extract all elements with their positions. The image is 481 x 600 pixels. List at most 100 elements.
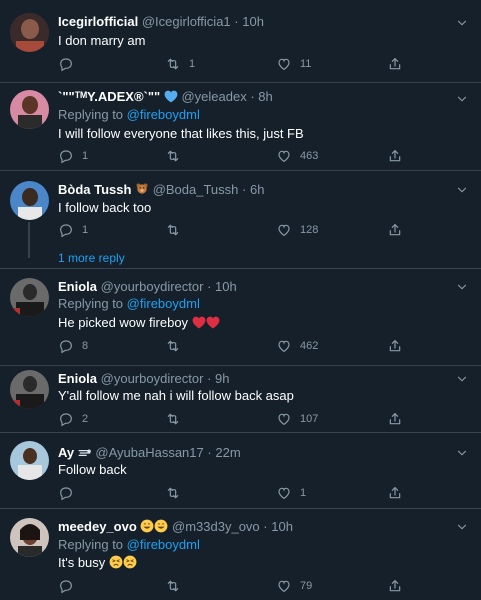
retweet-button[interactable]: 1 <box>165 55 195 73</box>
retweet-button[interactable] <box>165 337 181 355</box>
caret-down-icon[interactable] <box>455 16 469 30</box>
display-name[interactable]: `""ᵀᴹY.ADEX®`"" <box>58 89 160 104</box>
timestamp[interactable]: 10h <box>215 279 237 294</box>
like-count: 79 <box>300 580 313 592</box>
user-handle[interactable]: @yourboydirector <box>101 279 204 294</box>
avatar[interactable] <box>10 90 49 129</box>
caret-down-icon[interactable] <box>455 280 469 294</box>
tweet[interactable]: Eniola @yourboydirector · 9h Y'all follo… <box>0 366 481 436</box>
reply-button[interactable] <box>58 55 74 73</box>
user-handle[interactable]: @yeleadex <box>181 89 246 104</box>
like-count: 128 <box>300 224 319 236</box>
avatar[interactable] <box>10 518 49 557</box>
display-name[interactable]: Ay <box>58 445 74 460</box>
reply-button[interactable] <box>58 577 74 595</box>
mention-link[interactable]: @fireboydml <box>127 107 200 122</box>
user-handle[interactable]: @m33d3y_ovo <box>172 519 260 534</box>
timestamp[interactable]: 10h <box>242 14 264 29</box>
like-icon <box>276 485 292 501</box>
user-handle[interactable]: @Boda_Tussh <box>153 182 239 197</box>
dot-separator: · <box>250 89 255 104</box>
reply-icon <box>58 222 74 238</box>
tweet-text: I don marry am <box>58 33 146 48</box>
caret-down-icon[interactable] <box>455 372 469 386</box>
mention-link[interactable]: @fireboydml <box>127 296 200 311</box>
share-button[interactable] <box>387 55 403 73</box>
tweet-actions: 79 <box>58 577 418 595</box>
mention-link[interactable]: @fireboydml <box>127 537 200 552</box>
timestamp[interactable]: 10h <box>271 519 293 534</box>
share-icon <box>387 578 403 594</box>
timestamp[interactable]: 22m <box>215 445 240 460</box>
reply-button[interactable] <box>58 484 74 502</box>
tweet[interactable]: Bòda Tussh @Boda_Tussh · 6h I follow bac… <box>0 171 481 268</box>
share-button[interactable] <box>387 410 403 428</box>
like-button[interactable]: 79 <box>276 577 312 595</box>
avatar[interactable] <box>10 181 49 220</box>
timestamp[interactable]: 9h <box>215 371 229 386</box>
user-handle[interactable]: @Icegirlofficia1 <box>142 14 231 29</box>
display-name[interactable]: Eniola <box>58 371 97 386</box>
tweet[interactable]: `""ᵀᴹY.ADEX®`"" @yeleadex · 8h Replying … <box>0 83 481 170</box>
avatar[interactable] <box>10 278 49 317</box>
caret-down-icon[interactable] <box>455 520 469 534</box>
reply-icon <box>58 56 74 72</box>
tweet-actions: 2 107 <box>58 410 418 428</box>
timestamp[interactable]: 8h <box>258 89 272 104</box>
like-icon <box>276 56 292 72</box>
retweet-button[interactable] <box>165 410 181 428</box>
tweet-header: Ay @AyubaHassan17 · 22m <box>58 445 241 461</box>
user-handle[interactable]: @yourboydirector <box>101 371 204 386</box>
smile-emoji <box>154 519 168 533</box>
retweet-button[interactable] <box>165 484 181 502</box>
display-name[interactable]: Icegirlofficial <box>58 14 138 29</box>
display-name[interactable]: Bòda Tussh <box>58 182 131 197</box>
share-button[interactable] <box>387 147 403 165</box>
timestamp[interactable]: 6h <box>250 182 264 197</box>
like-button[interactable]: 1 <box>276 484 306 502</box>
like-button[interactable]: 107 <box>276 410 318 428</box>
retweet-icon <box>165 222 181 238</box>
reply-icon <box>58 148 74 164</box>
dot-separator: · <box>207 445 212 460</box>
retweet-icon <box>165 578 181 594</box>
retweet-button[interactable] <box>165 577 181 595</box>
share-button[interactable] <box>387 337 403 355</box>
caret-down-icon[interactable] <box>455 446 469 460</box>
tweet[interactable]: meedey_ovo @m33d3y_ovo · 10h Replying to… <box>0 509 481 600</box>
more-replies-link[interactable]: 1 more reply <box>58 251 125 265</box>
tweet[interactable]: Ay @AyubaHassan17 · 22m Follow back 1 <box>0 433 481 508</box>
reply-button[interactable]: 1 <box>58 221 88 239</box>
tweet-text: Follow back <box>58 462 127 477</box>
display-name[interactable]: Eniola <box>58 279 97 294</box>
avatar[interactable] <box>10 13 49 52</box>
smile-emoji <box>140 519 154 533</box>
reply-button[interactable]: 8 <box>58 337 88 355</box>
retweet-button[interactable] <box>165 221 181 239</box>
like-button[interactable]: 128 <box>276 221 318 239</box>
avatar[interactable] <box>10 441 49 480</box>
share-button[interactable] <box>387 221 403 239</box>
tweet[interactable]: Eniola @yourboydirector · 10h Replying t… <box>0 269 481 365</box>
like-button[interactable]: 463 <box>276 147 318 165</box>
tweet-text: It's busy <box>58 555 137 571</box>
dot-separator: · <box>242 182 247 197</box>
caret-down-icon[interactable] <box>455 92 469 106</box>
avatar[interactable] <box>10 370 49 409</box>
like-button[interactable]: 11 <box>276 55 311 73</box>
share-button[interactable] <box>387 484 403 502</box>
share-icon <box>387 338 403 354</box>
tweet[interactable]: Icegirlofficial @Icegirlofficia1 · 10h I… <box>0 0 481 82</box>
like-count: 462 <box>300 340 319 352</box>
user-handle[interactable]: @AyubaHassan17 <box>95 445 203 460</box>
tweet-header: Eniola @yourboydirector · 9h <box>58 371 230 387</box>
like-icon <box>276 338 292 354</box>
caret-down-icon[interactable] <box>455 183 469 197</box>
share-button[interactable] <box>387 577 403 595</box>
reply-button[interactable]: 2 <box>58 410 88 428</box>
reply-button[interactable]: 1 <box>58 147 88 165</box>
red-heart-emoji <box>206 316 220 329</box>
display-name[interactable]: meedey_ovo <box>58 519 137 534</box>
retweet-button[interactable] <box>165 147 181 165</box>
like-button[interactable]: 462 <box>276 337 318 355</box>
